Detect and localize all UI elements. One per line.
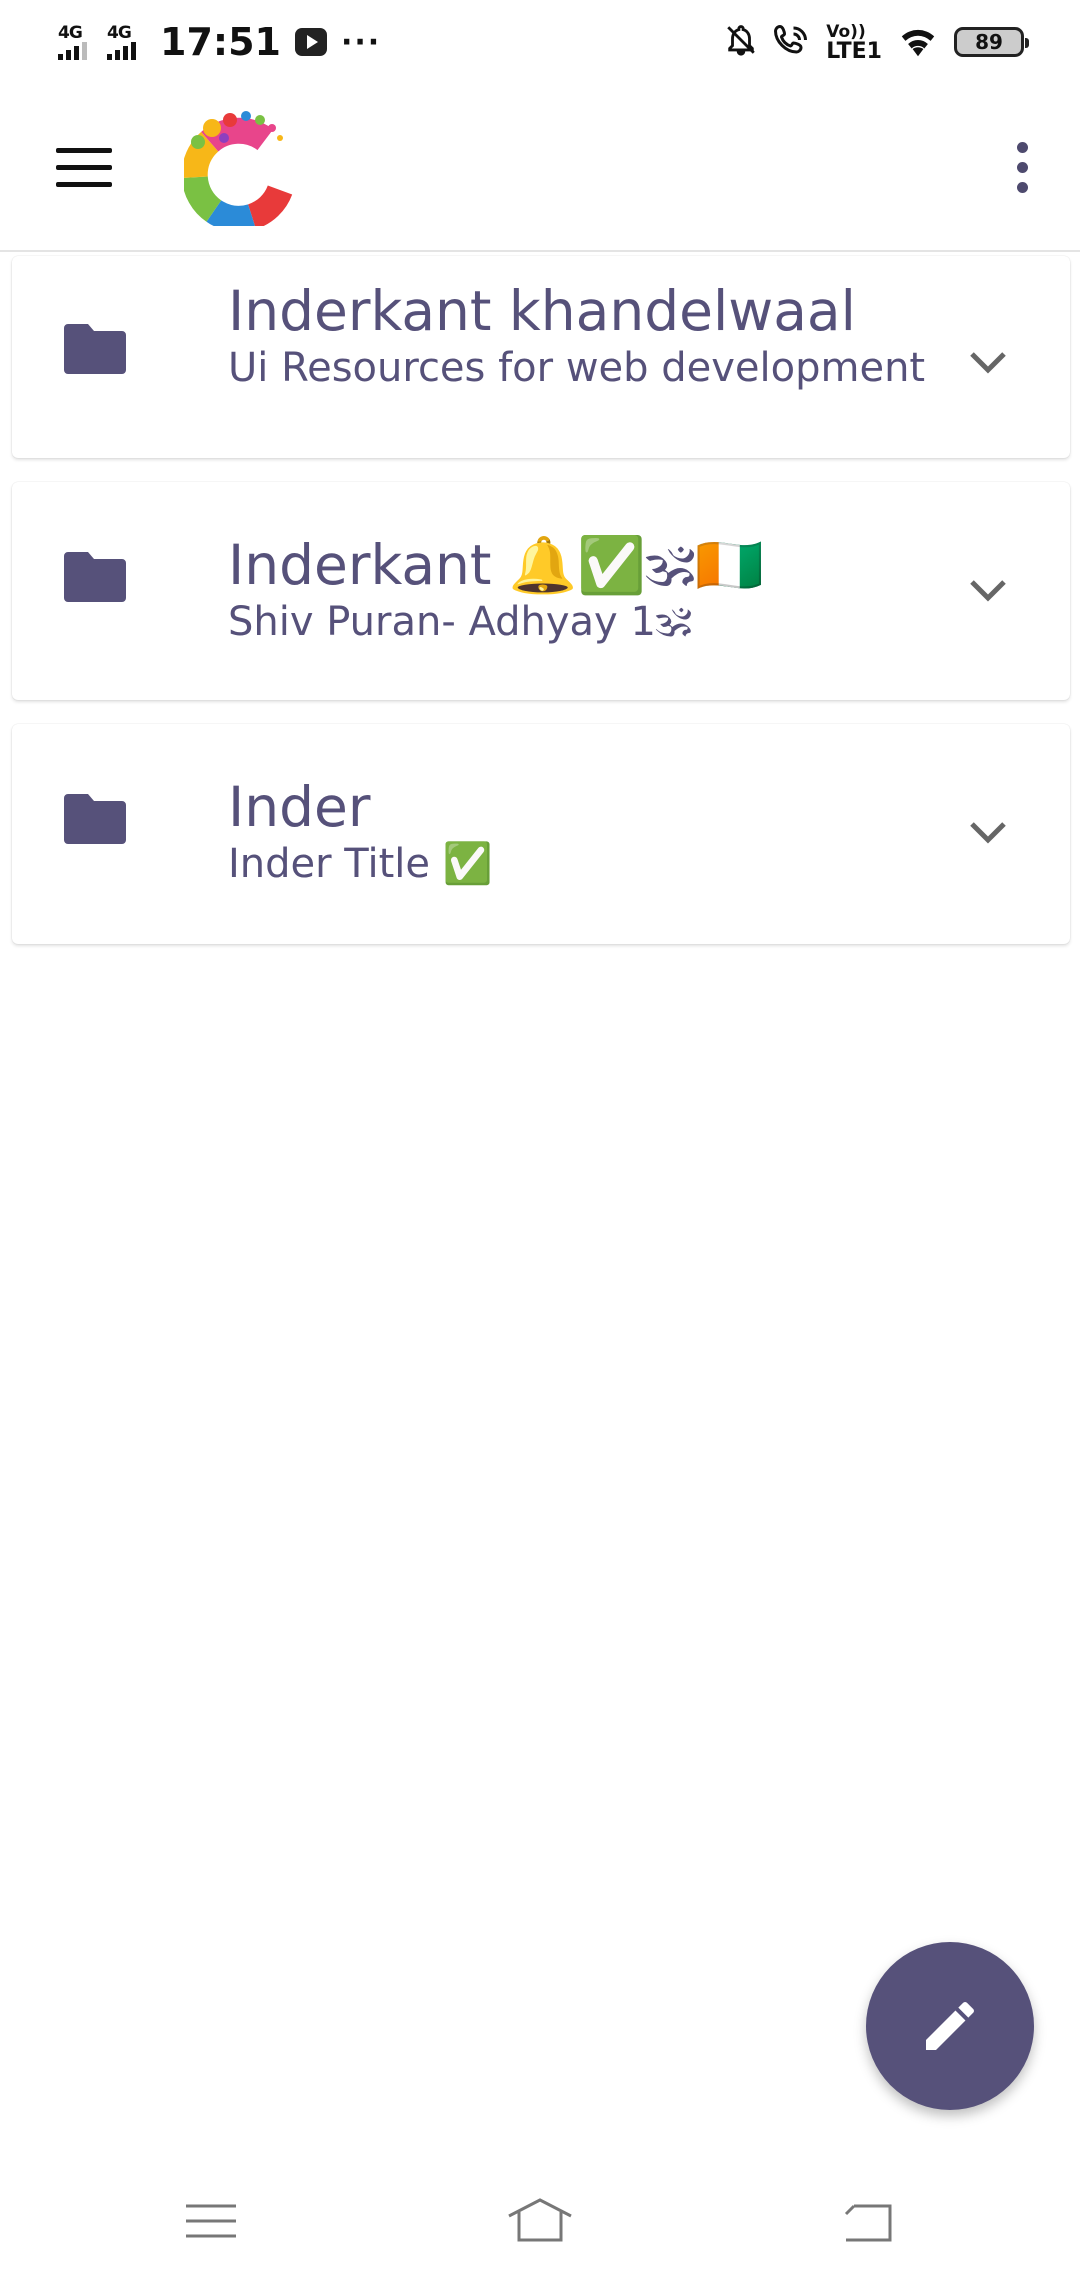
note-card[interactable]: Inderkant 🔔✅🕉🇨🇮 Shiv Puran- Adhyay 1🕉: [12, 482, 1070, 700]
status-left: 4G 4G 17:51 ···: [58, 20, 381, 64]
note-title: Inderkant khandelwaal: [228, 279, 856, 343]
note-card[interactable]: Inder Inder Title ✅: [12, 724, 1070, 944]
lte-label: LTE1: [826, 39, 882, 64]
bell-off-icon: [724, 22, 758, 62]
folder-icon: [64, 552, 126, 602]
chevron-down-icon[interactable]: [968, 578, 1008, 602]
new-note-fab[interactable]: [866, 1942, 1034, 2110]
battery-indicator: 89: [954, 27, 1029, 57]
colorful-c-logo: [181, 106, 300, 232]
note-text: Inderkant khandelwaal Ui Resources for w…: [228, 280, 930, 394]
status-bar: 4G 4G 17:51 ··· Vo)) LTE1 89: [0, 0, 1080, 84]
notes-list: Inderkant khandelwaal Ui Resources for w…: [12, 256, 1070, 968]
volte-indicator: Vo)) LTE1: [826, 23, 882, 64]
note-card[interactable]: Inderkant khandelwaal Ui Resources for w…: [12, 256, 1070, 458]
folder-icon: [64, 324, 126, 374]
signal-bars-icon: [58, 41, 87, 60]
note-title: Inder: [228, 775, 371, 839]
pencil-icon: [926, 2001, 974, 2050]
folder-icon: [64, 794, 126, 844]
wifi-icon: [896, 22, 940, 62]
system-nav-bar: [0, 2160, 1080, 2280]
back-icon[interactable]: [836, 2196, 906, 2246]
network-type-label: 4G: [107, 22, 132, 43]
hamburger-menu-icon[interactable]: [56, 146, 112, 188]
note-title: Inderkant 🔔✅🕉🇨🇮: [228, 533, 764, 597]
recent-apps-icon[interactable]: [176, 2196, 246, 2246]
status-right: Vo)) LTE1 89: [724, 22, 1029, 64]
signal-1: 4G: [58, 22, 87, 60]
network-type-label: 4G: [58, 22, 83, 43]
note-subtitle: Inder Title ✅: [228, 841, 493, 887]
youtube-icon: [294, 28, 327, 56]
signal-2: 4G: [107, 22, 136, 60]
chevron-down-icon[interactable]: [968, 350, 1008, 374]
note-subtitle: Shiv Puran- Adhyay 1🕉: [228, 599, 692, 645]
more-notifications-indicator: ···: [340, 24, 382, 60]
vertical-dots-icon[interactable]: [1012, 142, 1032, 194]
wifi-call-icon: [772, 22, 812, 62]
note-text: Inder Inder Title ✅: [228, 776, 930, 890]
note-subtitle: Ui Resources for web development: [228, 345, 926, 391]
app-bar: [0, 84, 1080, 252]
chevron-down-icon[interactable]: [968, 820, 1008, 844]
signal-bars-icon: [107, 41, 136, 60]
clock: 17:51: [160, 20, 281, 64]
note-text: Inderkant 🔔✅🕉🇨🇮 Shiv Puran- Adhyay 1🕉: [228, 534, 930, 648]
home-icon[interactable]: [505, 2196, 575, 2246]
